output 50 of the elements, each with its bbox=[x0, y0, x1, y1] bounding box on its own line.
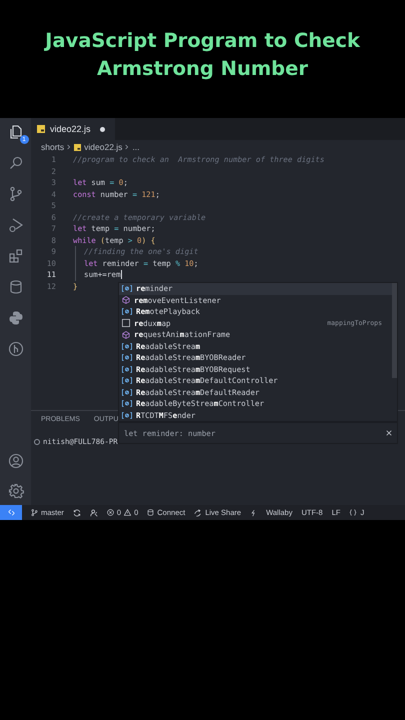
js-file-icon bbox=[74, 144, 82, 150]
warning-icon bbox=[124, 509, 132, 516]
chevron-icon bbox=[125, 144, 130, 150]
search-icon[interactable] bbox=[8, 155, 24, 171]
scrollbar[interactable] bbox=[392, 283, 397, 378]
status-item[interactable] bbox=[72, 508, 81, 516]
status-item[interactable] bbox=[90, 508, 98, 516]
breadcrumb-item[interactable]: ... bbox=[132, 142, 140, 152]
person-icon bbox=[90, 508, 98, 516]
headline: JavaScript Program to Check bbox=[45, 28, 360, 54]
cube-icon bbox=[122, 296, 130, 304]
files-icon[interactable] bbox=[8, 124, 24, 140]
variable-icon bbox=[122, 388, 132, 396]
error-icon bbox=[106, 509, 114, 516]
text-cursor bbox=[120, 270, 122, 280]
breadcrumb-item[interactable]: shorts bbox=[41, 142, 64, 152]
python-icon[interactable] bbox=[8, 310, 24, 326]
braces-icon bbox=[349, 509, 358, 516]
variable-icon bbox=[122, 285, 132, 292]
database-icon[interactable] bbox=[8, 279, 24, 295]
variable-icon bbox=[122, 400, 132, 408]
share-icon bbox=[194, 508, 202, 516]
run-debug-icon[interactable] bbox=[8, 217, 24, 233]
variable-icon bbox=[122, 354, 132, 362]
settings-icon[interactable] bbox=[8, 483, 24, 499]
variable-icon bbox=[122, 342, 132, 350]
source-control-icon[interactable] bbox=[8, 186, 24, 202]
remote-button[interactable] bbox=[0, 505, 22, 520]
account-icon[interactable] bbox=[8, 453, 24, 469]
variable-icon bbox=[122, 377, 132, 384]
git-graph-icon[interactable] bbox=[8, 341, 24, 357]
variable-icon bbox=[122, 412, 132, 419]
status-item[interactable] bbox=[250, 508, 258, 516]
editor-tab[interactable]: video22.js bbox=[31, 118, 115, 140]
square-icon bbox=[122, 319, 130, 328]
cube-icon bbox=[122, 330, 130, 339]
variable-icon bbox=[122, 308, 132, 316]
branch-icon bbox=[31, 509, 38, 516]
prompt-circle-icon bbox=[34, 438, 40, 444]
close-icon[interactable] bbox=[386, 430, 392, 436]
remote-icon bbox=[8, 509, 14, 516]
sync-icon bbox=[72, 508, 81, 516]
chevron-icon bbox=[67, 144, 72, 150]
variable-icon bbox=[122, 366, 132, 373]
headline: Armstrong Number bbox=[97, 56, 308, 82]
js-file-icon bbox=[37, 125, 45, 133]
breadcrumb-item[interactable]: video22.js bbox=[84, 142, 122, 152]
extensions-icon[interactable] bbox=[8, 248, 24, 264]
database-icon bbox=[147, 509, 154, 516]
bolt-icon bbox=[250, 508, 258, 516]
